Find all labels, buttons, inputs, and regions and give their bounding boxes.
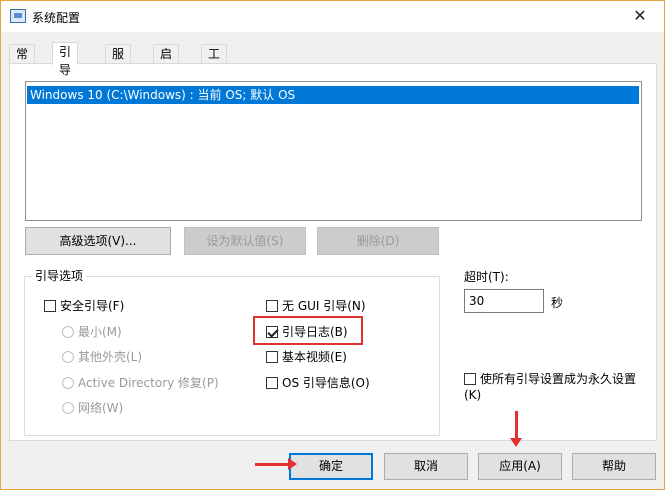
checkbox-box[interactable]	[464, 373, 476, 385]
os-list[interactable]: Windows 10 (C:\Windows) : 当前 OS; 默认 OS	[25, 81, 642, 221]
checkbox-box[interactable]	[266, 300, 278, 312]
checkbox-box[interactable]	[44, 300, 56, 312]
radio-ad-repair[interactable]: Active Directory 修复(P)	[62, 375, 219, 391]
safe-boot-checkbox[interactable]: 安全引导(F)	[44, 298, 124, 314]
cancel-button[interactable]: 取消	[384, 453, 468, 480]
apply-button[interactable]: 应用(A)	[478, 453, 562, 480]
window-title: 系统配置	[32, 11, 81, 25]
annotation-arrow-down	[510, 411, 522, 447]
radio-network[interactable]: 网络(W)	[62, 400, 123, 416]
radio-ad-repair-label: Active Directory 修复(P)	[78, 376, 219, 390]
close-icon[interactable]: ✕	[630, 6, 650, 26]
no-gui-boot-label: 无 GUI 引导(N)	[282, 299, 366, 313]
radio-circle[interactable]	[62, 351, 74, 363]
annotation-arrow-right	[255, 458, 297, 470]
os-list-item[interactable]: Windows 10 (C:\Windows) : 当前 OS; 默认 OS	[27, 86, 639, 104]
radio-network-label: 网络(W)	[78, 401, 124, 415]
system-config-window: 系统配置 ✕ 常规 引导 服务 启动 工具 Windows 10 (C:\Win…	[0, 0, 665, 490]
tab-general[interactable]: 常规	[9, 44, 36, 79]
checkbox-box[interactable]	[266, 377, 278, 389]
tab-tools[interactable]: 工具	[201, 44, 228, 79]
boot-options-label: 引导选项	[32, 267, 87, 284]
radio-minimal-label: 最小(M)	[78, 325, 122, 339]
tab-boot[interactable]: 引导	[52, 42, 79, 77]
delete-button[interactable]: 删除(D)	[317, 227, 439, 255]
make-permanent-checkbox[interactable]: 使所有引导设置成为永久设置(K)	[464, 371, 649, 403]
tab-startup[interactable]: 启动	[153, 44, 180, 79]
timeout-label: 超时(T):	[464, 270, 509, 284]
base-video-label: 基本视频(E)	[282, 350, 347, 364]
radio-circle[interactable]	[62, 377, 74, 389]
timeout-unit: 秒	[551, 296, 564, 310]
os-boot-info-label: OS 引导信息(O)	[282, 376, 370, 390]
title-bar: 系统配置 ✕	[1, 1, 664, 32]
radio-alternate-shell[interactable]: 其他外壳(L)	[62, 349, 142, 365]
tab-services[interactable]: 服务	[105, 44, 132, 79]
set-default-button[interactable]: 设为默认值(S)	[184, 227, 306, 255]
help-button[interactable]: 帮助	[572, 453, 656, 480]
ok-button[interactable]: 确定	[289, 453, 373, 480]
advanced-options-button[interactable]: 高级选项(V)...	[25, 227, 171, 255]
system-config-icon	[10, 9, 26, 23]
boot-tab-panel: Windows 10 (C:\Windows) : 当前 OS; 默认 OS 高…	[9, 63, 657, 441]
make-permanent-label: 使所有引导设置成为永久设置(K)	[464, 372, 637, 402]
no-gui-boot-checkbox[interactable]: 无 GUI 引导(N)	[266, 298, 366, 314]
os-boot-info-checkbox[interactable]: OS 引导信息(O)	[266, 375, 370, 391]
timeout-input[interactable]: 30	[464, 289, 544, 313]
radio-minimal[interactable]: 最小(M)	[62, 324, 122, 340]
safe-boot-label: 安全引导(F)	[60, 299, 125, 313]
checkbox-box[interactable]	[266, 351, 278, 363]
radio-circle[interactable]	[62, 402, 74, 414]
base-video-checkbox[interactable]: 基本视频(E)	[266, 349, 347, 365]
radio-alternate-shell-label: 其他外壳(L)	[78, 350, 143, 364]
annotation-highlight-box	[253, 316, 363, 345]
radio-circle[interactable]	[62, 326, 74, 338]
